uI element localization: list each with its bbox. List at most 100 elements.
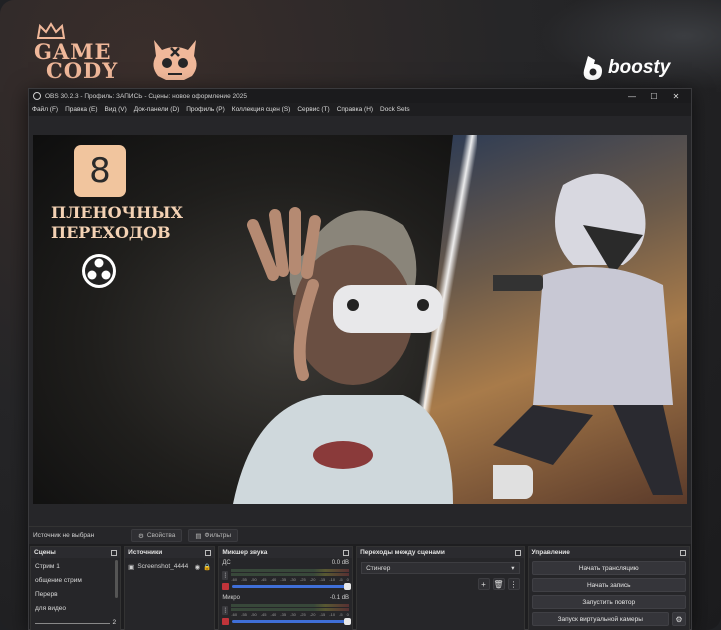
scenes-dock-header: Сцены (31, 547, 121, 558)
menu-dock-sets[interactable]: Dock Sets (380, 106, 410, 113)
filter-icon: ▤ (195, 532, 202, 540)
volume-slider[interactable] (232, 618, 352, 625)
no-source-label: Источник не выбран (33, 532, 95, 539)
scene-item[interactable]: Перерв (35, 588, 116, 602)
scene-item[interactable]: 2 (35, 616, 116, 630)
properties-label: Свойства (146, 532, 176, 539)
minimize-button[interactable]: — (621, 92, 643, 101)
transition-selected: Стингер (366, 564, 391, 572)
channel-db: -0.1 dB (329, 595, 350, 601)
menu-docks[interactable]: Док-панели (D) (134, 106, 179, 113)
channel-menu-button[interactable]: ⋮ (222, 571, 229, 580)
game-character (493, 173, 683, 499)
scene-item[interactable]: общение стрим (35, 574, 116, 588)
menu-view[interactable]: Вид (V) (105, 106, 127, 113)
meter-bar (231, 604, 350, 607)
volume-meter: ⋮ -60 -55 -50 -45 -40 -35 -30 -25 -20 -15 -10 -5 0 (222, 604, 350, 617)
mixer-title: Микшер звука (222, 549, 268, 556)
transition-menu-button[interactable]: ⋮ (507, 578, 520, 590)
image-icon: ▣ (128, 563, 135, 571)
vcam-row: Запуск виртуальной камеры ⚙ (531, 612, 686, 626)
chevron-down-icon: ▾ (511, 565, 515, 572)
undock-icon[interactable] (205, 549, 212, 556)
volume-slider[interactable] (232, 583, 352, 590)
menu-edit[interactable]: Правка (E) (65, 106, 97, 113)
start-stream-button[interactable]: Начать трансляцию (531, 561, 686, 575)
menu-help[interactable]: Справка (H) (337, 106, 373, 113)
properties-button[interactable]: ⚙ Свойства (131, 529, 183, 542)
channel-name: ДС (222, 560, 231, 566)
scene-item-label: 2 (112, 619, 117, 626)
crown-icon (36, 22, 66, 39)
mixer-dock: Микшер звука ДС 0.0 dB ⋮ -60 -55 -50 -45 -40… (218, 546, 354, 630)
source-item[interactable]: ▣ Screenshot_4444 ◉ 🔒 (128, 561, 211, 572)
scene-list: Стрим 1 общение стрим Перерв для видео 2 (31, 558, 120, 630)
mute-icon[interactable] (222, 618, 230, 625)
meter-bar (231, 608, 350, 611)
close-button[interactable]: ✕ (665, 92, 687, 101)
person-with-controller (233, 207, 453, 504)
slider-handle[interactable] (344, 583, 352, 590)
start-replay-button[interactable]: Запустить повтор (531, 595, 686, 609)
window-title: OBS 30.2.3 - Профиль: ЗАПИСЬ - Сцены: но… (45, 92, 247, 100)
logo-text-line2: CODY (46, 58, 119, 83)
undock-icon[interactable] (514, 549, 521, 556)
promo-line2: ПЕРЕХОДОВ (51, 223, 171, 242)
sources-title: Источники (128, 549, 163, 556)
scenes-scrollbar[interactable] (115, 560, 119, 598)
menu-bar: Файл (F) Правка (E) Вид (V) Док-панели (… (29, 103, 691, 116)
slider-handle[interactable] (344, 618, 352, 625)
obs-app-icon (33, 92, 41, 100)
volume-meter: ⋮ -60 -55 -50 -45 -40 -35 -30 -25 -20 -15 -10 -5 0 (222, 569, 350, 582)
transitions-dock: Переходы между сценами Стингер ▾ + 🗑 ⋮ (356, 546, 525, 630)
maximize-button[interactable]: ☐ (643, 92, 665, 101)
mixer-dock-header: Микшер звука (219, 547, 353, 558)
badge-number: 8 (89, 151, 111, 191)
meter-bar (231, 569, 350, 572)
start-vcam-button[interactable]: Запуск виртуальной камеры (531, 612, 669, 626)
source-toolbar: Источник не выбран ⚙ Свойства ▤ Фильтры (29, 526, 691, 544)
menu-profile[interactable]: Профиль (P) (186, 106, 225, 113)
undock-icon[interactable] (679, 549, 686, 556)
undock-icon[interactable] (111, 549, 118, 556)
boosty-text: boosty (608, 57, 671, 78)
menu-file[interactable]: Файл (F) (32, 106, 58, 113)
gear-icon[interactable]: ⚙ (671, 612, 686, 626)
controls-dock-header: Управление (528, 547, 689, 558)
title-bar: OBS 30.2.3 - Профиль: ЗАПИСЬ - Сцены: но… (29, 89, 691, 103)
meter-bar (231, 573, 350, 576)
boosty-icon (583, 56, 602, 80)
meter-scale: -60 -55 -50 -45 -40 -35 -30 -25 -20 -15 -10 -5 0 (231, 577, 349, 582)
promo-line1: ПЛЕНОЧНЫХ (51, 203, 183, 222)
gamecody-logo: GAME CODY (30, 22, 140, 82)
scenes-dock: Сцены Стрим 1 общение стрим Перерв для в… (30, 546, 122, 630)
scene-separator (35, 622, 110, 624)
channel-menu-button[interactable]: ⋮ (222, 606, 229, 615)
undock-icon[interactable] (343, 549, 350, 556)
source-item-label: Screenshot_4444 (137, 563, 189, 570)
lock-icon[interactable]: 🔒 (203, 563, 211, 571)
mixer-channel-mic: Микро -0.1 dB ⋮ -60 -55 -50 -45 -40 -35 -30 -25… (219, 593, 352, 625)
volume-fader-row (222, 583, 352, 590)
scene-item[interactable]: Стрим 1 (35, 560, 116, 574)
preview-canvas[interactable]: 8 ПЛЕНОЧНЫХ ПЕРЕХОДОВ (33, 135, 687, 504)
delete-transition-button[interactable]: 🗑 (492, 578, 505, 590)
mute-icon[interactable] (222, 583, 230, 590)
meter-scale: -60 -55 -50 -45 -40 -35 -30 -25 -20 -15 -10 -5 0 (231, 612, 349, 617)
preview-area: 8 ПЛЕНОЧНЫХ ПЕРЕХОДОВ (29, 116, 691, 526)
boosty-logo: boosty (582, 52, 682, 84)
promo-title: ПЛЕНОЧНЫХ ПЕРЕХОДОВ (51, 203, 183, 243)
transition-select[interactable]: Стингер ▾ (361, 562, 520, 574)
transitions-title: Переходы между сценами (360, 549, 445, 556)
channel-name: Микро (222, 595, 240, 601)
eye-icon[interactable]: ◉ (195, 563, 201, 571)
add-transition-button[interactable]: + (477, 578, 490, 590)
filters-label: Фильтры (204, 532, 232, 539)
menu-tools[interactable]: Сервис (T) (297, 106, 329, 113)
start-record-button[interactable]: Начать запись (531, 578, 686, 592)
menu-scene-collection[interactable]: Коллекция сцен (S) (232, 106, 291, 113)
filters-button[interactable]: ▤ Фильтры (188, 529, 239, 542)
sources-dock: Источники ▣ Screenshot_4444 ◉ 🔒 (124, 546, 216, 630)
scene-item[interactable]: для видео (35, 602, 116, 616)
controls-dock: Управление Начать трансляцию Начать запи… (527, 546, 690, 630)
